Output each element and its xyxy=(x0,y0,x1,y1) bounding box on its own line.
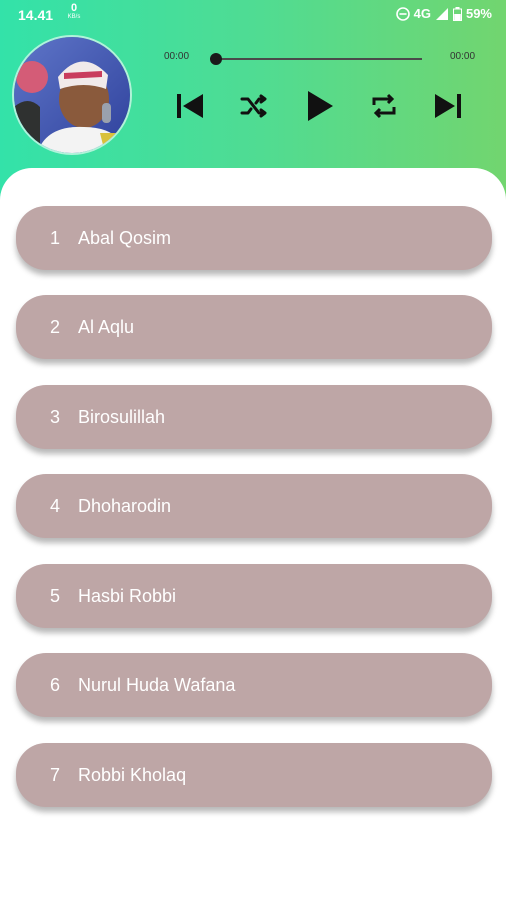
track-item[interactable]: 6 Nurul Huda Wafana xyxy=(16,653,492,717)
seek-bar-thumb[interactable] xyxy=(210,53,222,65)
network-speed: 0 KB/s xyxy=(64,2,84,21)
seek-bar-track[interactable] xyxy=(214,58,422,60)
previous-button[interactable] xyxy=(170,86,210,126)
track-number: 7 xyxy=(49,764,60,785)
track-title: Dhoharodin xyxy=(78,495,172,516)
track-item[interactable]: 7 Robbi Kholaq xyxy=(16,743,492,807)
track-number: 1 xyxy=(49,227,60,248)
repeat-button[interactable] xyxy=(364,86,404,126)
status-icons: 4G 59% xyxy=(395,6,492,21)
track-number: 3 xyxy=(49,406,60,427)
track-number: 6 xyxy=(49,674,60,695)
do-not-disturb-icon xyxy=(395,6,410,21)
network-speed-unit: KB/s xyxy=(67,14,81,20)
track-number: 5 xyxy=(49,585,60,606)
shuffle-button[interactable] xyxy=(234,86,274,126)
track-title: Nurul Huda Wafana xyxy=(78,674,236,695)
track-title: Robbi Kholaq xyxy=(78,764,187,785)
track-item[interactable]: 2 Al Aqlu xyxy=(16,295,492,359)
skip-previous-icon xyxy=(175,92,205,120)
track-title: Abal Qosim xyxy=(78,227,172,248)
status-time: 14.41 xyxy=(18,7,54,23)
battery-icon xyxy=(452,6,462,21)
network-type: 4G xyxy=(413,6,431,21)
album-cover xyxy=(12,35,132,155)
track-number: 2 xyxy=(49,316,60,337)
network-speed-value: 0 xyxy=(70,2,78,14)
current-time: 00:00 xyxy=(164,51,190,62)
play-button[interactable] xyxy=(300,86,340,126)
shuffle-icon xyxy=(240,94,268,118)
total-time: 00:00 xyxy=(450,51,476,62)
play-icon xyxy=(306,90,334,122)
track-item[interactable]: 1 Abal Qosim xyxy=(16,206,492,270)
track-item[interactable]: 5 Hasbi Robbi xyxy=(16,564,492,628)
track-item[interactable]: 3 Birosulillah xyxy=(16,385,492,449)
signal-icon xyxy=(435,7,449,21)
track-title: Al Aqlu xyxy=(78,316,135,337)
status-bar: 14.41 0 KB/s 4G 59% xyxy=(0,0,506,30)
next-button[interactable] xyxy=(428,86,468,126)
track-number: 4 xyxy=(49,495,60,516)
repeat-icon xyxy=(370,93,398,119)
skip-next-icon xyxy=(433,92,463,120)
battery-level: 59% xyxy=(465,6,492,21)
track-title: Birosulillah xyxy=(78,406,166,427)
track-list-panel: 1 Abal Qosim 2 Al Aqlu 3 Birosulillah 4 … xyxy=(0,168,506,900)
track-item[interactable]: 4 Dhoharodin xyxy=(16,474,492,538)
track-title: Hasbi Robbi xyxy=(78,585,177,606)
